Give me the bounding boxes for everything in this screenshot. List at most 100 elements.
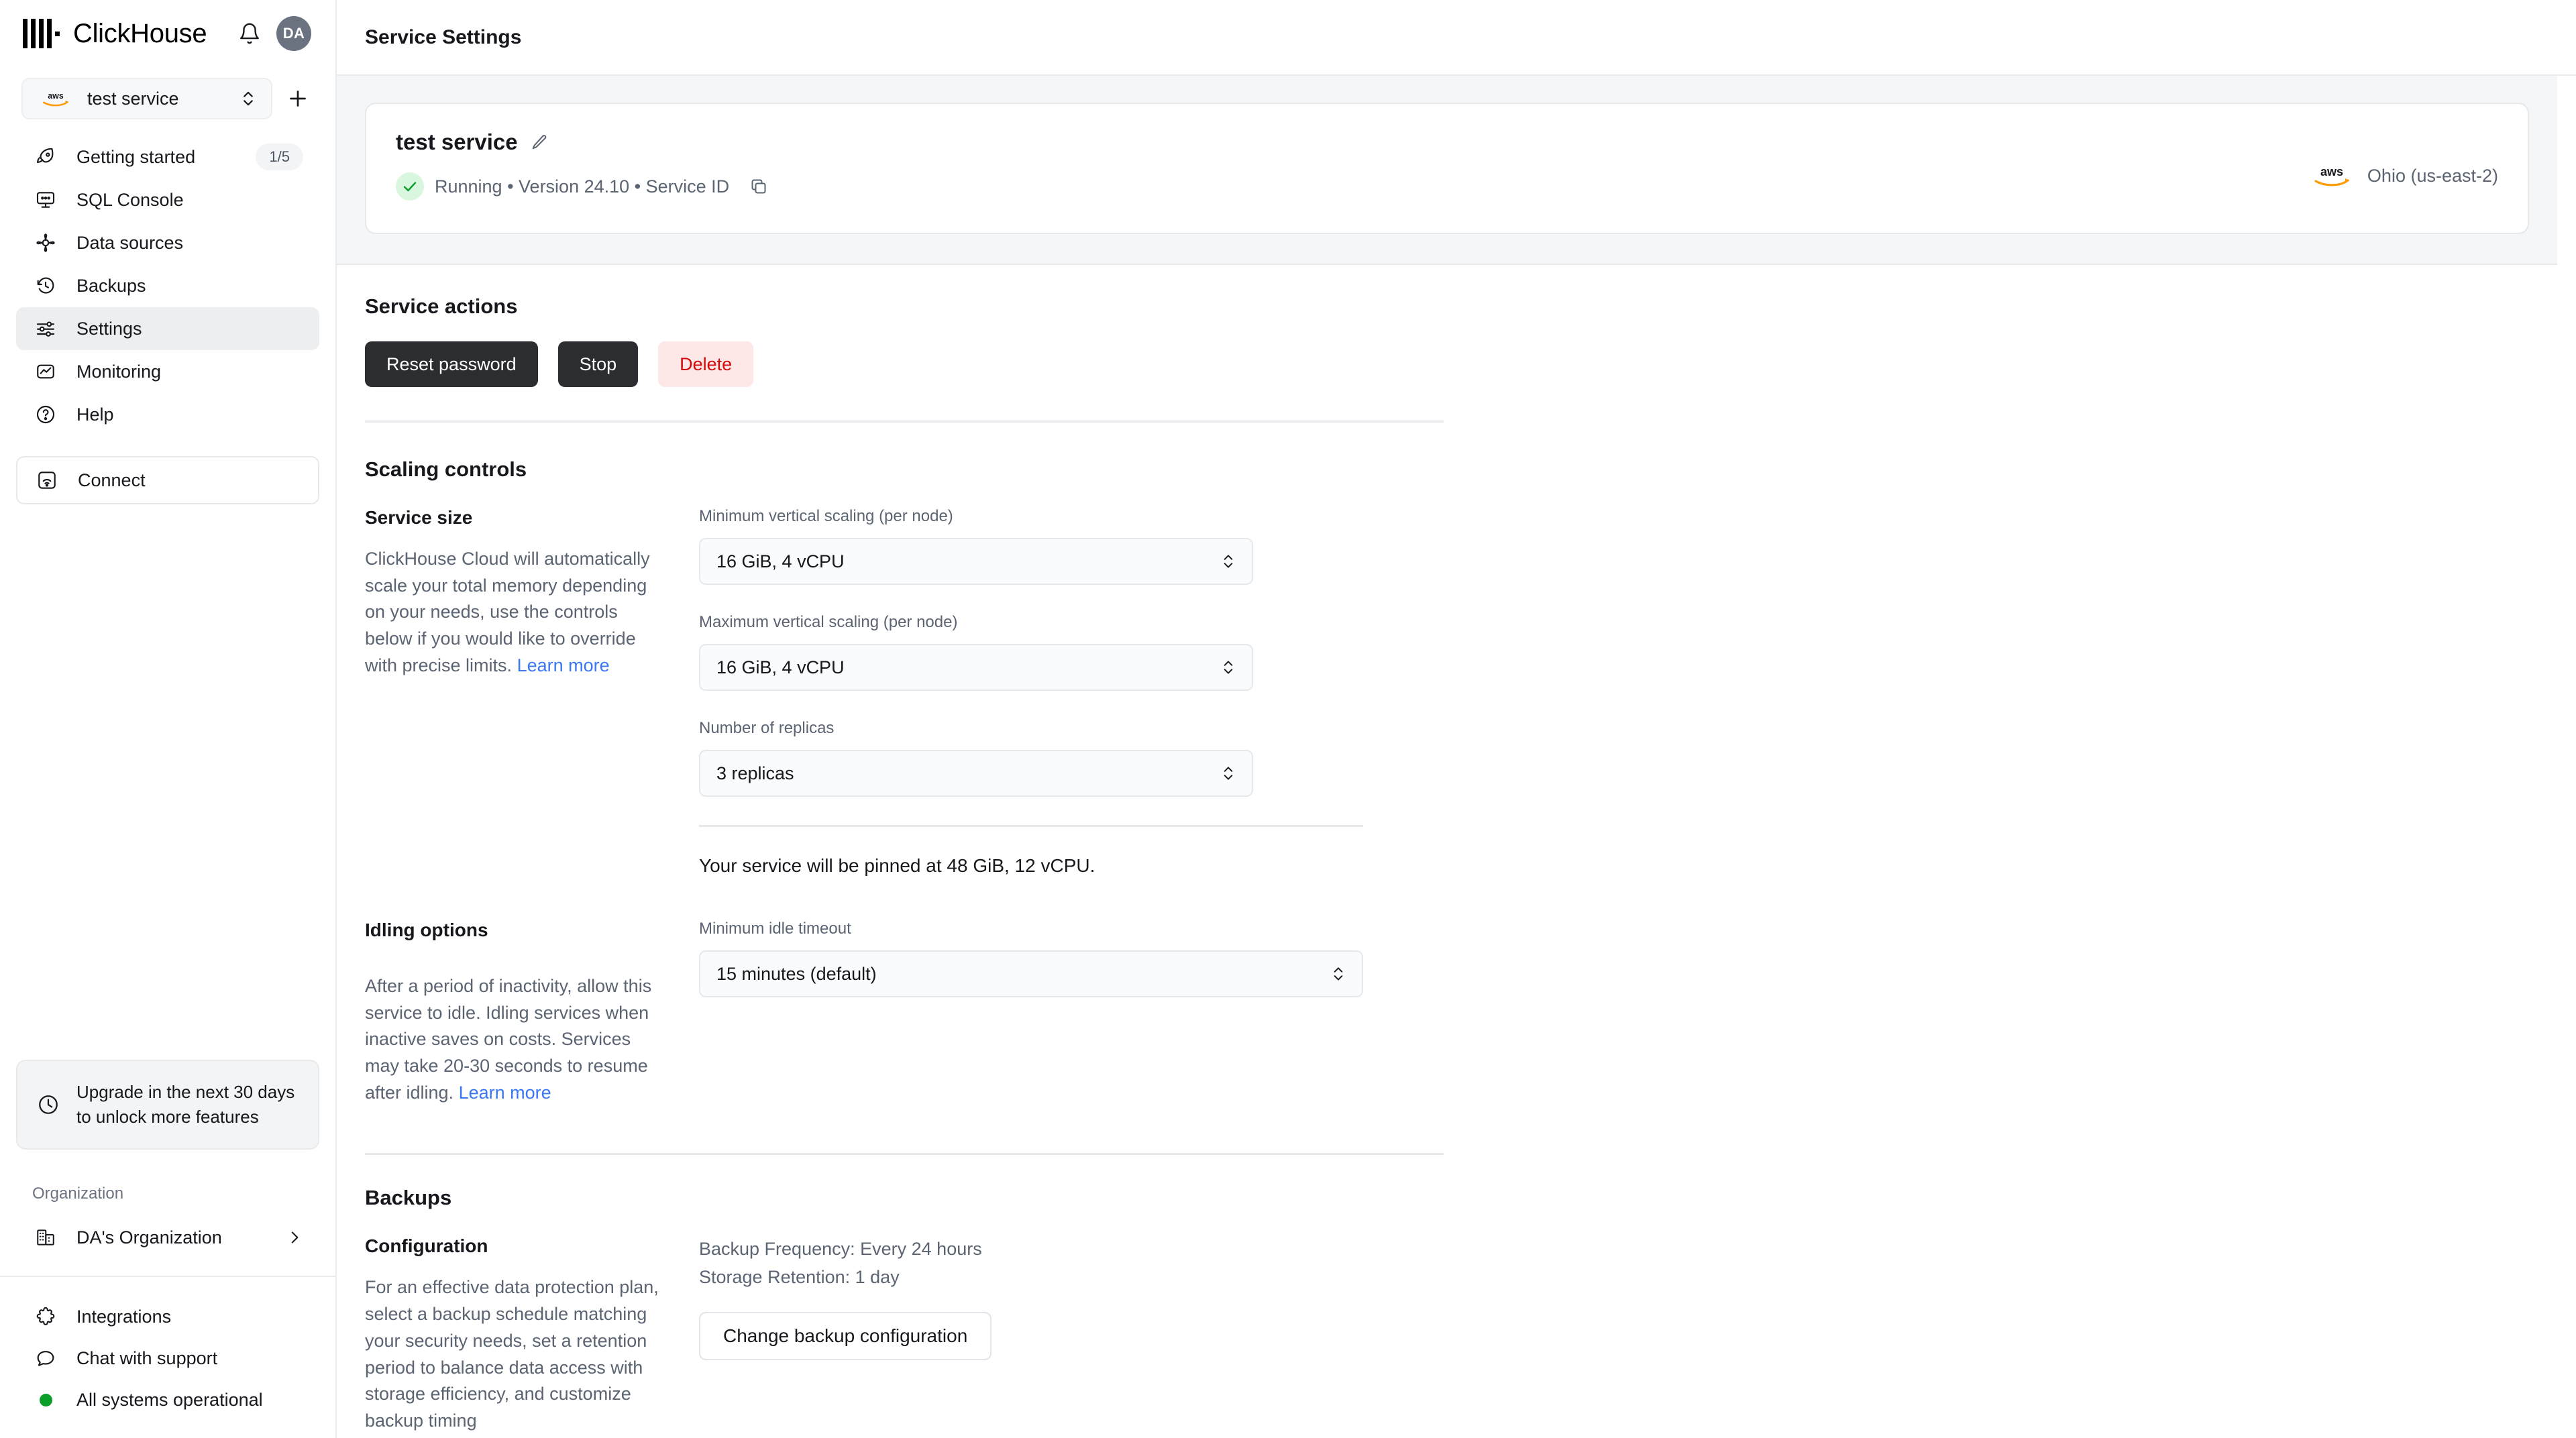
chevron-updown-icon: [1221, 763, 1236, 783]
sidebar-item-label: Monitoring: [76, 361, 162, 382]
sidebar-item-label: Integrations: [76, 1306, 172, 1327]
backup-frequency-text: Backup Frequency: Every 24 hours: [699, 1239, 982, 1260]
backups-title: Backups: [365, 1186, 452, 1210]
idling-learn-more-link[interactable]: Learn more: [459, 1083, 551, 1103]
signal-icon: [34, 467, 60, 494]
sidebar-item-settings[interactable]: Settings: [16, 307, 319, 350]
service-region: Ohio (us-east-2): [2367, 165, 2498, 186]
backups-configuration-row: Configuration For an effective data prot…: [365, 1235, 1444, 1434]
sidebar-item-label: Data sources: [76, 232, 184, 253]
service-name: test service: [396, 129, 518, 154]
upgrade-banner-text: Upgrade in the next 30 days to unlock mo…: [76, 1082, 295, 1127]
service-region-info: aws Ohio (us-east-2): [2310, 129, 2498, 187]
puzzle-icon: [32, 1303, 59, 1330]
organization-row[interactable]: DA's Organization: [0, 1218, 335, 1257]
connect-wrapper: Connect: [0, 456, 335, 504]
notifications-bell-icon[interactable]: [236, 20, 263, 47]
pinned-capacity-note: Your service will be pinned at 48 GiB, 1…: [699, 855, 1095, 876]
service-selector[interactable]: aws test service: [21, 78, 272, 119]
sidebar-item-sql-console[interactable]: SQL Console: [16, 178, 319, 221]
upgrade-banner[interactable]: Upgrade in the next 30 days to unlock mo…: [16, 1060, 319, 1150]
question-circle-icon: [32, 401, 59, 428]
backups-description-col: Configuration For an effective data prot…: [365, 1235, 695, 1434]
number-of-replicas-value: 3 replicas: [716, 763, 794, 783]
add-service-button[interactable]: [282, 82, 314, 115]
reset-password-button[interactable]: Reset password: [365, 341, 538, 387]
service-actions-buttons: Reset password Stop Delete: [365, 341, 2576, 387]
storage-retention-text: Storage Retention: 1 day: [699, 1267, 900, 1288]
copy-icon[interactable]: [747, 174, 771, 199]
sidebar-item-label: Getting started: [76, 146, 196, 167]
min-vertical-scaling-field: Minimum vertical scaling (per node) 16 G…: [699, 507, 1444, 585]
minimum-idle-timeout-select[interactable]: 15 minutes (default): [699, 950, 1363, 997]
delete-service-button[interactable]: Delete: [658, 341, 754, 387]
sidebar-footer: Integrations Chat with support All syste…: [0, 1276, 335, 1438]
max-vertical-scaling-field: Maximum vertical scaling (per node) 16 G…: [699, 613, 1444, 691]
backups-settings-col: Backup Frequency: Every 24 hours Storage…: [695, 1235, 1444, 1434]
service-size-heading: Service size: [365, 507, 473, 528]
primary-nav: Getting started 1/5 SQL Console Data sou…: [0, 135, 335, 436]
sidebar-item-integrations[interactable]: Integrations: [16, 1296, 319, 1337]
system-status-label: All systems operational: [76, 1389, 263, 1410]
pencil-icon[interactable]: [530, 133, 549, 152]
svg-text:aws: aws: [48, 91, 64, 101]
backups-configuration-description: For an effective data protection plan, s…: [365, 1277, 659, 1431]
sidebar-item-getting-started[interactable]: Getting started 1/5: [16, 135, 319, 178]
sidebar-item-label: Settings: [76, 318, 142, 339]
service-title-row: test service: [396, 129, 2310, 155]
idling-options-description: After a period of inactivity, allow this…: [365, 973, 668, 1106]
sidebar-item-monitoring[interactable]: Monitoring: [16, 350, 319, 393]
max-vertical-scaling-label: Maximum vertical scaling (per node): [699, 613, 958, 631]
main-content: Service Settings test service Running • …: [337, 0, 2576, 1438]
max-vertical-scaling-value: 16 GiB, 4 vCPU: [716, 657, 845, 677]
connect-button[interactable]: Connect: [16, 456, 319, 504]
minimum-idle-timeout-field: Minimum idle timeout 15 minutes (default…: [699, 920, 1444, 997]
service-size-description-col: Service size ClickHouse Cloud will autom…: [365, 507, 695, 877]
sidebar-item-label: Chat with support: [76, 1347, 218, 1368]
system-status-row[interactable]: All systems operational: [16, 1379, 319, 1421]
service-meta-text: Running • Version 24.10 • Service ID: [435, 176, 730, 197]
sidebar-item-label: Help: [76, 404, 114, 425]
service-size-learn-more-link[interactable]: Learn more: [517, 655, 610, 675]
service-summary-card: test service Running • Version 24.10 • S…: [365, 103, 2529, 234]
number-of-replicas-field: Number of replicas 3 replicas: [699, 719, 1444, 797]
settings-body: Service actions Reset password Stop Dele…: [337, 265, 2576, 1435]
avatar[interactable]: DA: [276, 16, 311, 51]
chevron-updown-icon: [1221, 657, 1236, 677]
service-card-left: test service Running • Version 24.10 • S…: [396, 129, 2310, 201]
sidebar-item-data-sources[interactable]: Data sources: [16, 221, 319, 264]
connect-label: Connect: [78, 469, 146, 490]
svg-text:aws: aws: [2320, 165, 2343, 178]
change-backup-configuration-button[interactable]: Change backup configuration: [699, 1312, 992, 1361]
service-actions-section: Service actions Reset password Stop Dele…: [365, 265, 2576, 387]
minimum-idle-timeout-value: 15 minutes (default): [716, 963, 877, 984]
minimum-idle-timeout-label: Minimum idle timeout: [699, 920, 851, 938]
min-vertical-scaling-select[interactable]: 16 GiB, 4 vCPU: [699, 538, 1253, 585]
min-vertical-scaling-value: 16 GiB, 4 vCPU: [716, 551, 845, 571]
console-icon: [32, 186, 59, 213]
service-switcher-row: aws test service: [0, 78, 335, 119]
getting-started-progress-badge: 1/5: [256, 144, 303, 170]
building-icon: [32, 1224, 59, 1251]
service-status-row: Running • Version 24.10 • Service ID: [396, 172, 2310, 201]
check-icon: [396, 172, 424, 201]
aws-icon: aws: [39, 90, 72, 107]
service-size-description: ClickHouse Cloud will automatically scal…: [365, 546, 668, 679]
app-root: ClickHouse DA aws test service Getting s…: [0, 0, 2576, 1438]
sidebar-item-help[interactable]: Help: [16, 393, 319, 436]
max-vertical-scaling-select[interactable]: 16 GiB, 4 vCPU: [699, 644, 1253, 691]
sidebar-item-chat-support[interactable]: Chat with support: [16, 1337, 319, 1379]
chevron-updown-icon: [1221, 551, 1236, 571]
service-size-fields-col: Minimum vertical scaling (per node) 16 G…: [695, 507, 1444, 877]
sidebar-item-backups[interactable]: Backups: [16, 264, 319, 307]
status-dot-icon: [40, 1393, 52, 1406]
data-sources-icon: [32, 229, 59, 256]
chevron-updown-icon: [1331, 964, 1346, 984]
sliders-icon: [32, 315, 59, 342]
idling-fields-col: Minimum idle timeout 15 minutes (default…: [695, 920, 1444, 1106]
sidebar-item-label: Backups: [76, 275, 146, 296]
number-of-replicas-select[interactable]: 3 replicas: [699, 750, 1253, 797]
rocket-icon: [32, 144, 59, 170]
idling-options-heading: Idling options: [365, 920, 488, 940]
stop-service-button[interactable]: Stop: [557, 341, 639, 387]
